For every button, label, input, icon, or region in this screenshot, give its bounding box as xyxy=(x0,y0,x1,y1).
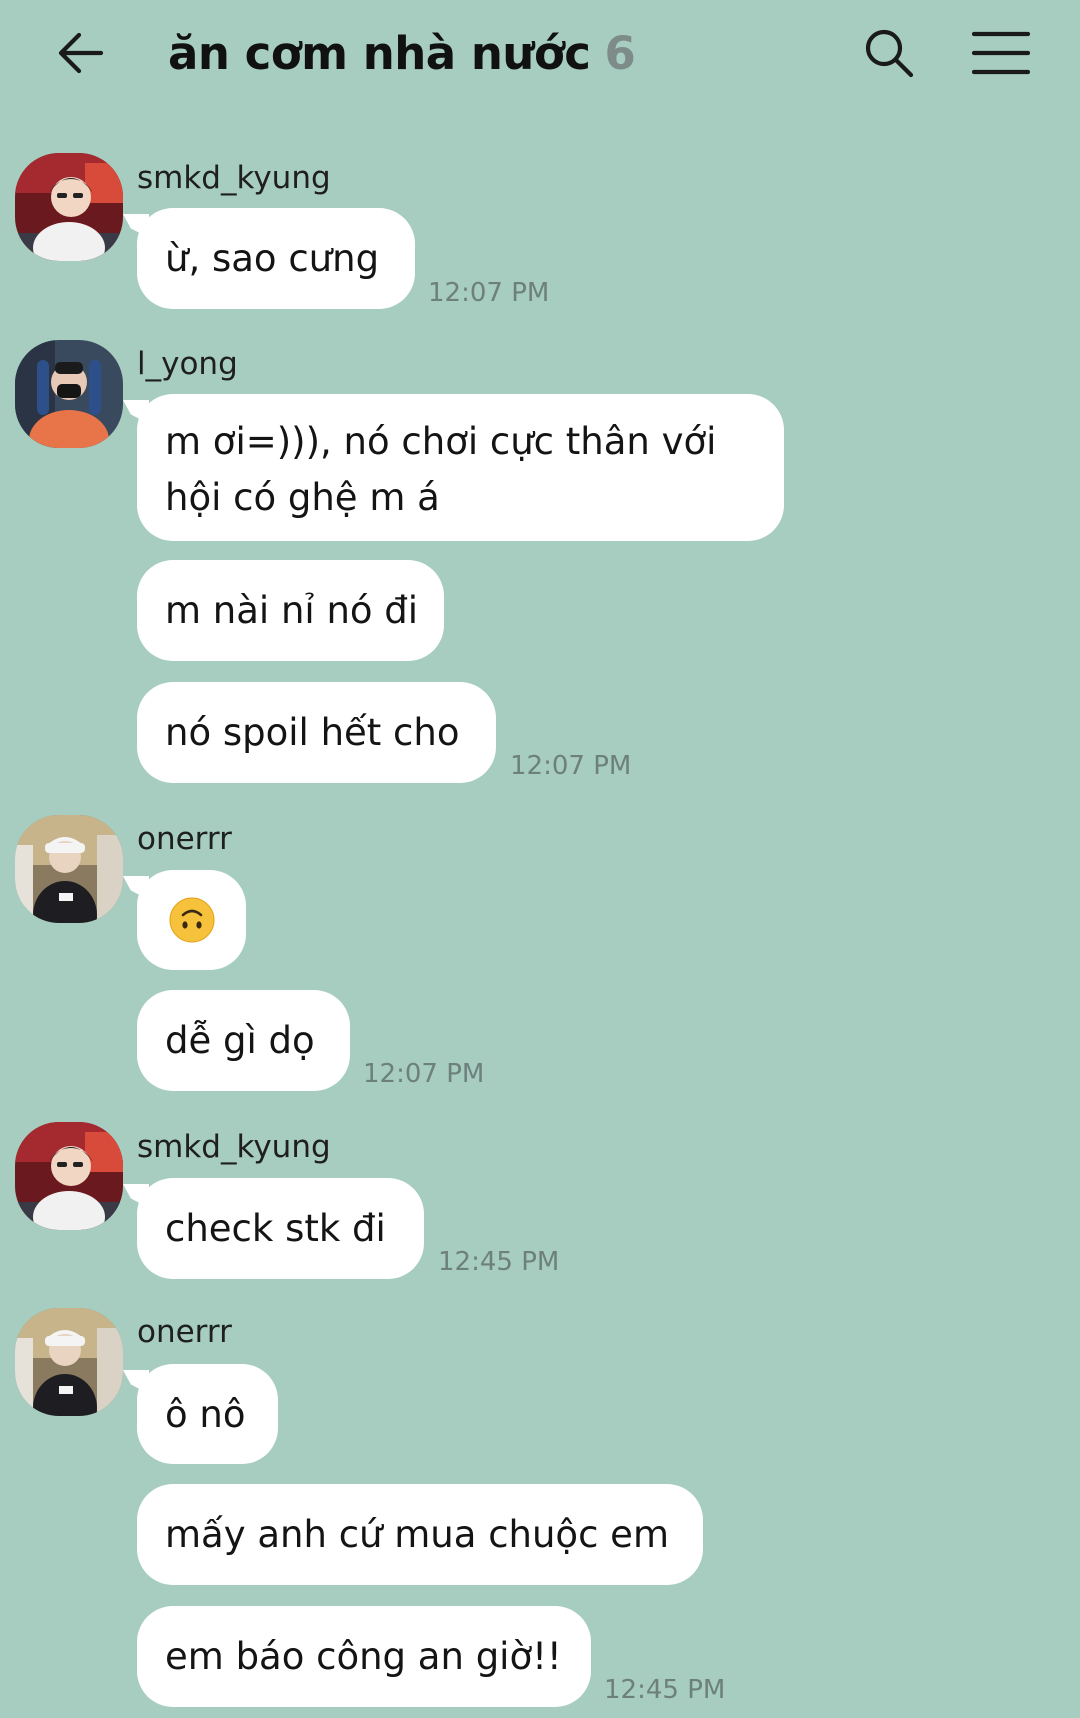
message-time: 12:45 PM xyxy=(438,1247,560,1277)
message-time: 12:07 PM xyxy=(510,751,632,781)
message-bubble[interactable]: nó spoil hết cho xyxy=(137,682,496,783)
message-bubble[interactable] xyxy=(137,870,246,970)
search-icon xyxy=(865,29,914,78)
upside-down-face-emoji-icon xyxy=(169,897,214,943)
message-time: 12:07 PM xyxy=(428,278,550,308)
hamburger-menu-icon xyxy=(972,31,1030,75)
avatar-l-yong[interactable] xyxy=(15,340,123,448)
message-bubble[interactable]: dễ gì dọ xyxy=(137,990,350,1091)
chat-header: ăn cơm nhà nước 6 xyxy=(0,0,1080,110)
sender-name: smkd_kyung xyxy=(137,1129,331,1165)
message-bubble[interactable]: m ơi=))), nó chơi cực thân với hội có gh… xyxy=(137,394,784,541)
avatar-onerrr[interactable] xyxy=(15,815,123,923)
arrow-left-icon xyxy=(58,32,104,74)
message-bubble[interactable]: ừ, sao cưng xyxy=(137,208,415,309)
search-button[interactable] xyxy=(858,22,920,84)
message-bubble[interactable]: mấy anh cứ mua chuộc em xyxy=(137,1484,703,1585)
message-bubble[interactable]: em báo công an giờ!! xyxy=(137,1606,591,1707)
sender-name: onerrr xyxy=(137,821,232,857)
message-time: 12:07 PM xyxy=(363,1059,485,1089)
menu-button[interactable] xyxy=(968,22,1034,84)
sender-name: smkd_kyung xyxy=(137,160,331,196)
sender-name: l_yong xyxy=(137,346,238,382)
message-bubble[interactable]: check stk đi xyxy=(137,1178,424,1279)
avatar-onerrr[interactable] xyxy=(15,1308,123,1416)
message-bubble[interactable]: m nài nỉ nó đi xyxy=(137,560,444,661)
sender-name: onerrr xyxy=(137,1314,232,1350)
back-button[interactable] xyxy=(50,20,110,86)
avatar-smkd-kyung[interactable] xyxy=(15,1122,123,1230)
member-count: 6 xyxy=(604,26,636,80)
avatar-smkd-kyung[interactable] xyxy=(15,153,123,261)
message-time: 12:45 PM xyxy=(604,1675,726,1705)
chat-title: ăn cơm nhà nước xyxy=(168,26,591,80)
message-bubble[interactable]: ô nô xyxy=(137,1364,278,1464)
chat-title-area[interactable]: ăn cơm nhà nước 6 xyxy=(168,20,636,86)
